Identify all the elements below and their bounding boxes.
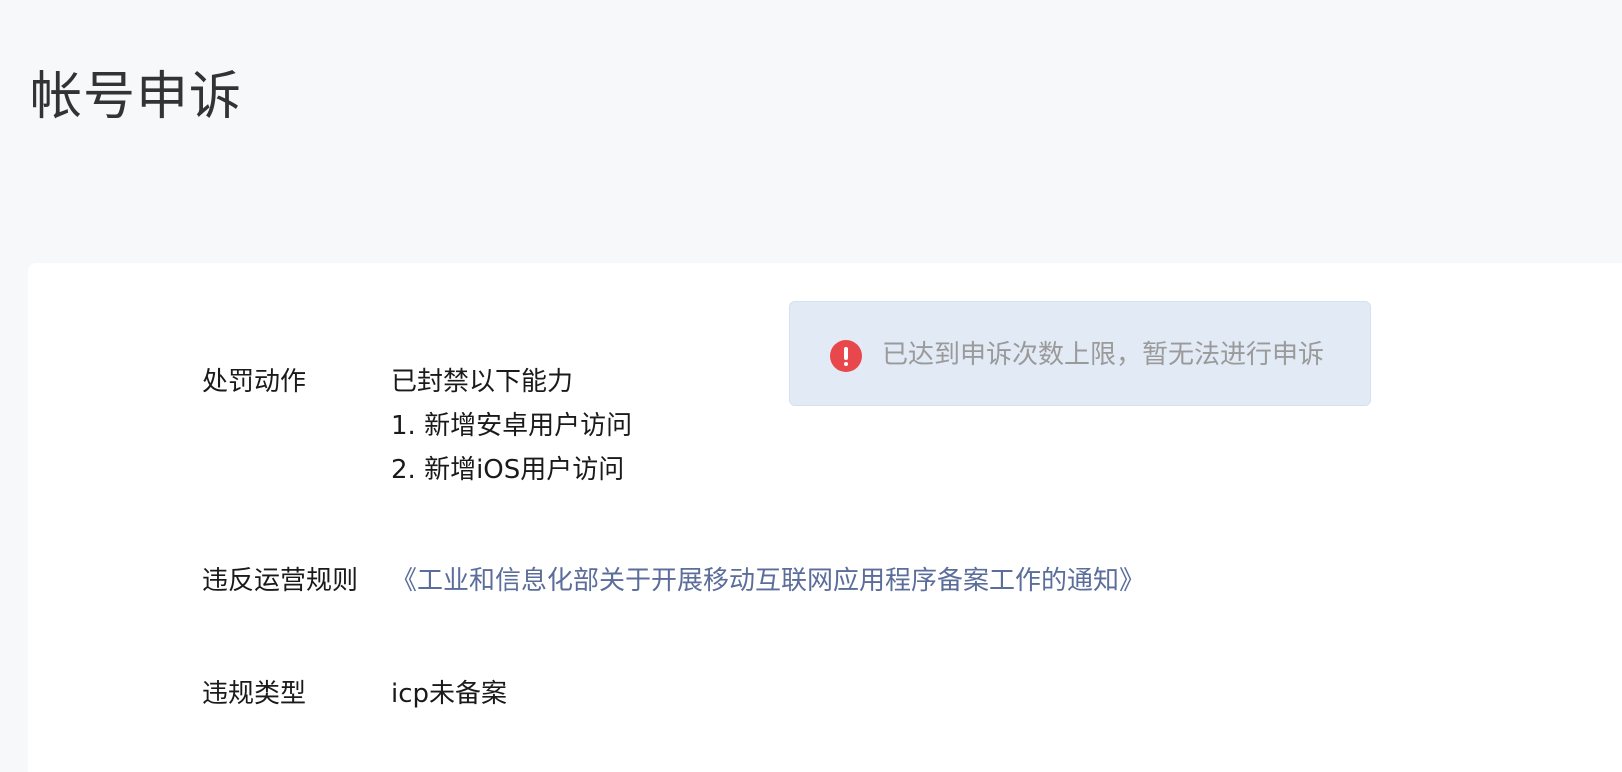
notice-text: 已达到申诉次数上限，暂无法进行申诉: [882, 340, 1325, 370]
appeal-limit-notice: 已达到申诉次数上限，暂无法进行申诉: [789, 301, 1371, 406]
penalty-value: 已封禁以下能力 1. 新增安卓用户访问 2. 新增iOS用户访问: [391, 360, 632, 492]
appeal-detail-card: 已达到申诉次数上限，暂无法进行申诉 处罚动作 已封禁以下能力 1. 新增安卓用户…: [28, 263, 1622, 772]
rule-link[interactable]: 《工业和信息化部关于开展移动互联网应用程序备案工作的通知》: [391, 566, 1145, 596]
penalty-line: 已封禁以下能力: [391, 367, 574, 397]
penalty-line: 1. 新增安卓用户访问: [391, 411, 633, 441]
page-title: 帐号申诉: [30, 67, 243, 127]
rule-value: 《工业和信息化部关于开展移动互联网应用程序备案工作的通知》: [391, 559, 1145, 603]
penalty-line: 2. 新增iOS用户访问: [391, 455, 625, 485]
violation-type-label: 违规类型: [202, 679, 307, 709]
violation-type-value: icp未备案: [391, 679, 508, 709]
error-icon: [830, 340, 862, 372]
penalty-label: 处罚动作: [202, 367, 307, 397]
rule-label: 违反运营规则: [202, 566, 359, 596]
